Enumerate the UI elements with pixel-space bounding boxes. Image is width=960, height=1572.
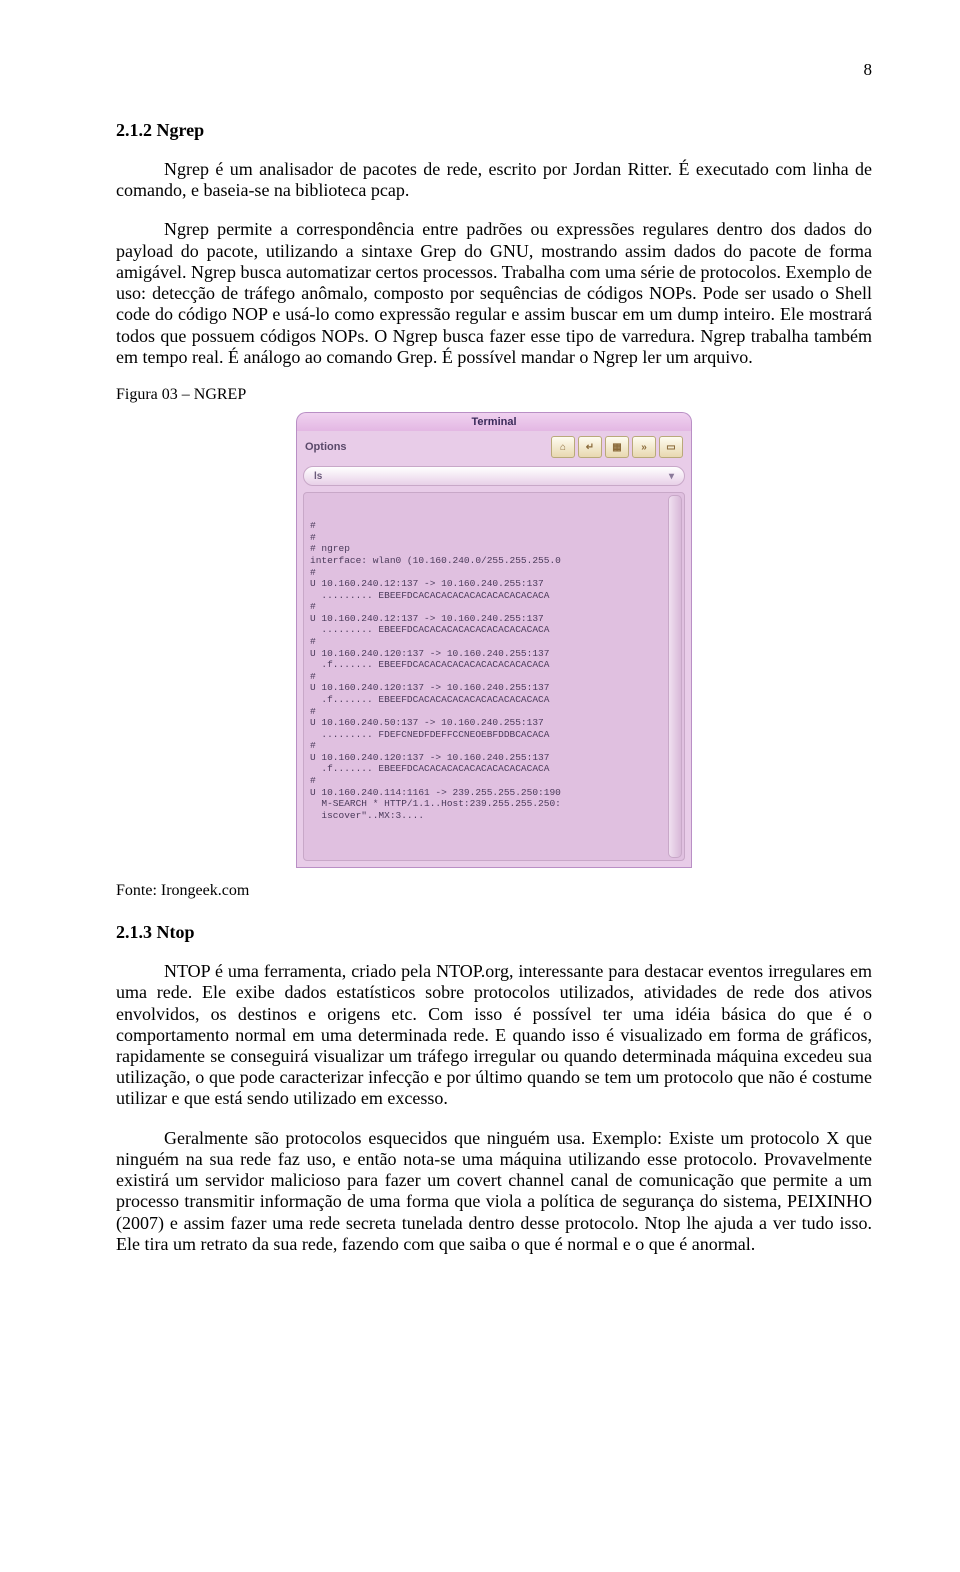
command-pill-label: ls	[314, 471, 322, 482]
enter-icon: ↵	[578, 436, 602, 458]
figure-source: Fonte: Irongeek.com	[116, 882, 872, 900]
paragraph-1: Ngrep é um analisador de pacotes de rede…	[116, 159, 872, 201]
terminal-console: # # # ngrep interface: wlan0 (10.160.240…	[303, 492, 685, 861]
terminal-screenshot: Terminal Options ⌂ ↵ ▦ » ▭ ls # # # ngre…	[296, 412, 692, 868]
paragraph-4: Geralmente são protocolos esquecidos que…	[116, 1128, 872, 1255]
grid-icon: ▦	[605, 436, 629, 458]
terminal-body: Options ⌂ ↵ ▦ » ▭ ls # # # ngrep interfa…	[296, 431, 692, 868]
terminal-toolbar: Options ⌂ ↵ ▦ » ▭	[297, 431, 691, 463]
chevron-icon: »	[632, 436, 656, 458]
page-number: 8	[116, 60, 872, 80]
command-pill: ls	[303, 466, 685, 486]
terminal-titlebar: Terminal	[296, 412, 692, 431]
home-icon: ⌂	[551, 436, 575, 458]
paragraph-3: NTOP é uma ferramenta, criado pela NTOP.…	[116, 961, 872, 1110]
section-heading-ngrep: 2.1.2 Ngrep	[116, 120, 872, 141]
figure-caption: Figura 03 – NGREP	[116, 386, 872, 404]
paragraph-2: Ngrep permite a correspondência entre pa…	[116, 219, 872, 368]
console-text: # # # ngrep interface: wlan0 (10.160.240…	[310, 520, 678, 821]
options-label: Options	[305, 441, 548, 453]
page-icon: ▭	[659, 436, 683, 458]
section-heading-ntop: 2.1.3 Ntop	[116, 922, 872, 943]
scrollbar	[668, 495, 682, 858]
